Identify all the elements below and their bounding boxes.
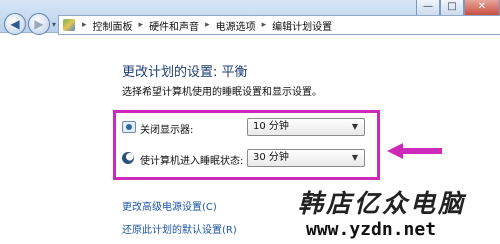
sleep-label: 使计算机进入睡眠状态: — [140, 156, 244, 167]
turn-off-display-label: 关闭显示器: — [140, 125, 194, 136]
breadcrumb-separator[interactable]: ▸ — [205, 20, 210, 30]
navigation-buttons: ◀ ▶ ▾ — [4, 13, 59, 35]
forward-arrow-icon: ▶ — [34, 17, 44, 31]
restore-defaults-link[interactable]: 还原此计划的默认设置(R) — [122, 221, 237, 236]
watermark-url: www.yzdn.net — [306, 219, 437, 240]
turn-off-display-value: 10 分钟 — [253, 121, 289, 132]
page-subtitle: 选择希望计算机使用的睡眠设置和显示设置。 — [122, 87, 322, 98]
sleep-select[interactable]: 30 分钟 ▼ — [247, 149, 365, 167]
address-bar[interactable]: ▸ 控制面板 ▸ 硬件和声音 ▸ 电源选项 ▸ 编辑计划设置 — [58, 15, 500, 35]
recent-pages-dropdown[interactable]: ▾ — [52, 20, 56, 29]
breadcrumb-control-panel[interactable]: 控制面板 — [93, 18, 133, 33]
breadcrumb-separator[interactable]: ▸ — [262, 20, 267, 30]
back-button[interactable]: ◀ — [4, 13, 26, 35]
chevron-down-icon: ▼ — [351, 153, 358, 162]
turn-off-display-select[interactable]: 10 分钟 ▼ — [247, 118, 365, 136]
main-content: 更改计划的设置: 平衡 选择希望计算机使用的睡眠设置和显示设置。 关闭显示器: … — [0, 33, 500, 244]
advanced-power-settings-link[interactable]: 更改高级电源设置(C) — [122, 198, 217, 213]
breadcrumb-hardware-sound[interactable]: 硬件和声音 — [149, 18, 199, 33]
page-title: 更改计划的设置: 平衡 — [122, 65, 248, 80]
forward-button[interactable]: ▶ — [28, 13, 50, 35]
breadcrumb-separator: ▸ — [82, 20, 87, 30]
monitor-icon — [122, 121, 136, 133]
breadcrumb-edit-plan[interactable]: 编辑计划设置 — [272, 18, 332, 33]
pointer-arrow-icon — [387, 143, 442, 159]
control-panel-icon — [63, 19, 75, 31]
sleep-moon-icon — [122, 152, 134, 164]
watermark-name: 韩店亿众电脑 — [298, 189, 467, 218]
back-arrow-icon: ◀ — [10, 17, 20, 31]
breadcrumb-separator[interactable]: ▸ — [139, 20, 144, 30]
breadcrumb-power-options[interactable]: 电源选项 — [216, 18, 256, 33]
chevron-down-icon: ▼ — [351, 122, 358, 131]
sleep-value: 30 分钟 — [253, 152, 289, 163]
window-titlebar: — □ ✕ ◀ ▶ ▾ ▸ 控制面板 ▸ 硬件和声音 ▸ 电源选项 ▸ 编辑计划… — [0, 0, 500, 35]
